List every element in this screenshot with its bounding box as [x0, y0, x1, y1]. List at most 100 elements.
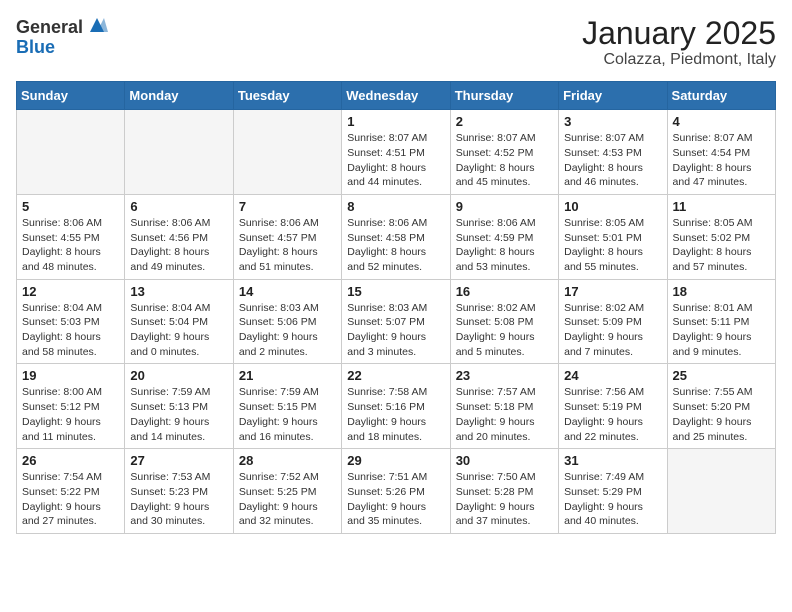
- day-number: 5: [22, 199, 119, 214]
- day-number: 25: [673, 368, 770, 383]
- day-number: 26: [22, 453, 119, 468]
- day-info: Sunrise: 8:07 AM Sunset: 4:54 PM Dayligh…: [673, 131, 770, 190]
- title-block: January 2025 Colazza, Piedmont, Italy: [582, 16, 776, 69]
- day-info: Sunrise: 8:06 AM Sunset: 4:55 PM Dayligh…: [22, 216, 119, 275]
- calendar-day-cell: [125, 110, 233, 195]
- calendar-day-cell: 24 Sunrise: 7:56 AM Sunset: 5:19 PM Dayli…: [559, 364, 667, 449]
- calendar-table: SundayMondayTuesdayWednesdayThursdayFrid…: [16, 81, 776, 534]
- day-info: Sunrise: 8:02 AM Sunset: 5:09 PM Dayligh…: [564, 301, 661, 360]
- day-number: 27: [130, 453, 227, 468]
- calendar-day-cell: 26Sunrise: 7:54 AM Sunset: 5:22 PM Dayli…: [17, 449, 125, 534]
- day-number: 23: [456, 368, 553, 383]
- day-info: Sunrise: 8:06 AM Sunset: 4:57 PM Dayligh…: [239, 216, 336, 275]
- day-number: 24: [564, 368, 661, 383]
- day-info: Sunrise: 7:52 AM Sunset: 5:25 PM Dayligh…: [239, 470, 336, 529]
- calendar-day-cell: 28 Sunrise: 7:52 AM Sunset: 5:25 PM Dayli…: [233, 449, 341, 534]
- logo: General Blue: [16, 16, 108, 58]
- logo-icon: [86, 14, 108, 36]
- calendar-day-cell: 18Sunrise: 8:01 AM Sunset: 5:11 PM Dayli…: [667, 279, 775, 364]
- day-info: Sunrise: 7:59 AM Sunset: 5:15 PM Dayligh…: [239, 385, 336, 444]
- day-number: 14: [239, 284, 336, 299]
- calendar-day-cell: 8 Sunrise: 8:06 AM Sunset: 4:58 PM Daylig…: [342, 194, 450, 279]
- calendar-day-cell: 29Sunrise: 7:51 AM Sunset: 5:26 PM Dayli…: [342, 449, 450, 534]
- logo-text-blue: Blue: [16, 37, 55, 57]
- calendar-day-cell: 3Sunrise: 8:07 AM Sunset: 4:53 PM Daylig…: [559, 110, 667, 195]
- calendar-day-cell: 30Sunrise: 7:50 AM Sunset: 5:28 PM Dayli…: [450, 449, 558, 534]
- calendar-day-cell: 20 Sunrise: 7:59 AM Sunset: 5:13 PM Dayli…: [125, 364, 233, 449]
- day-info: Sunrise: 7:55 AM Sunset: 5:20 PM Dayligh…: [673, 385, 770, 444]
- calendar-header-row: SundayMondayTuesdayWednesdayThursdayFrid…: [17, 82, 776, 110]
- day-info: Sunrise: 8:05 AM Sunset: 5:02 PM Dayligh…: [673, 216, 770, 275]
- day-number: 18: [673, 284, 770, 299]
- day-number: 20: [130, 368, 227, 383]
- day-number: 29: [347, 453, 444, 468]
- day-of-week-header: Saturday: [667, 82, 775, 110]
- day-number: 9: [456, 199, 553, 214]
- calendar-day-cell: 25 Sunrise: 7:55 AM Sunset: 5:20 PM Dayli…: [667, 364, 775, 449]
- calendar-day-cell: 21 Sunrise: 7:59 AM Sunset: 5:15 PM Dayli…: [233, 364, 341, 449]
- calendar-week-row: 12Sunrise: 8:04 AM Sunset: 5:03 PM Dayli…: [17, 279, 776, 364]
- page-header: General Blue January 2025 Colazza, Piedm…: [16, 16, 776, 69]
- day-of-week-header: Tuesday: [233, 82, 341, 110]
- calendar-day-cell: 10 Sunrise: 8:05 AM Sunset: 5:01 PM Dayli…: [559, 194, 667, 279]
- logo-text-general: General: [16, 18, 83, 36]
- day-number: 3: [564, 114, 661, 129]
- day-of-week-header: Thursday: [450, 82, 558, 110]
- day-number: 15: [347, 284, 444, 299]
- day-info: Sunrise: 8:04 AM Sunset: 5:04 PM Dayligh…: [130, 301, 227, 360]
- calendar-day-cell: 23 Sunrise: 7:57 AM Sunset: 5:18 PM Dayli…: [450, 364, 558, 449]
- calendar-day-cell: 16Sunrise: 8:02 AM Sunset: 5:08 PM Dayli…: [450, 279, 558, 364]
- calendar-day-cell: [17, 110, 125, 195]
- calendar-week-row: 5 Sunrise: 8:06 AM Sunset: 4:55 PM Daylig…: [17, 194, 776, 279]
- calendar-day-cell: 11Sunrise: 8:05 AM Sunset: 5:02 PM Dayli…: [667, 194, 775, 279]
- day-info: Sunrise: 8:05 AM Sunset: 5:01 PM Dayligh…: [564, 216, 661, 275]
- day-number: 31: [564, 453, 661, 468]
- calendar-day-cell: 9 Sunrise: 8:06 AM Sunset: 4:59 PM Daylig…: [450, 194, 558, 279]
- calendar-day-cell: 14 Sunrise: 8:03 AM Sunset: 5:06 PM Dayli…: [233, 279, 341, 364]
- calendar-day-cell: 4 Sunrise: 8:07 AM Sunset: 4:54 PM Daylig…: [667, 110, 775, 195]
- calendar-day-cell: 6 Sunrise: 8:06 AM Sunset: 4:56 PM Daylig…: [125, 194, 233, 279]
- calendar-subtitle: Colazza, Piedmont, Italy: [582, 51, 776, 69]
- day-of-week-header: Friday: [559, 82, 667, 110]
- calendar-day-cell: 15Sunrise: 8:03 AM Sunset: 5:07 PM Dayli…: [342, 279, 450, 364]
- calendar-day-cell: 22 Sunrise: 7:58 AM Sunset: 5:16 PM Dayli…: [342, 364, 450, 449]
- day-number: 6: [130, 199, 227, 214]
- day-of-week-header: Monday: [125, 82, 233, 110]
- calendar-day-cell: 17 Sunrise: 8:02 AM Sunset: 5:09 PM Dayli…: [559, 279, 667, 364]
- calendar-day-cell: 7 Sunrise: 8:06 AM Sunset: 4:57 PM Daylig…: [233, 194, 341, 279]
- day-number: 8: [347, 199, 444, 214]
- day-info: Sunrise: 8:06 AM Sunset: 4:58 PM Dayligh…: [347, 216, 444, 275]
- calendar-day-cell: 13Sunrise: 8:04 AM Sunset: 5:04 PM Dayli…: [125, 279, 233, 364]
- day-number: 30: [456, 453, 553, 468]
- calendar-day-cell: [667, 449, 775, 534]
- day-info: Sunrise: 7:49 AM Sunset: 5:29 PM Dayligh…: [564, 470, 661, 529]
- day-info: Sunrise: 8:06 AM Sunset: 4:56 PM Dayligh…: [130, 216, 227, 275]
- day-number: 12: [22, 284, 119, 299]
- day-info: Sunrise: 7:56 AM Sunset: 5:19 PM Dayligh…: [564, 385, 661, 444]
- day-number: 17: [564, 284, 661, 299]
- day-number: 1: [347, 114, 444, 129]
- day-info: Sunrise: 8:03 AM Sunset: 5:06 PM Dayligh…: [239, 301, 336, 360]
- day-number: 2: [456, 114, 553, 129]
- calendar-week-row: 1Sunrise: 8:07 AM Sunset: 4:51 PM Daylig…: [17, 110, 776, 195]
- day-number: 28: [239, 453, 336, 468]
- calendar-week-row: 19Sunrise: 8:00 AM Sunset: 5:12 PM Dayli…: [17, 364, 776, 449]
- calendar-day-cell: [233, 110, 341, 195]
- day-info: Sunrise: 7:59 AM Sunset: 5:13 PM Dayligh…: [130, 385, 227, 444]
- day-info: Sunrise: 7:53 AM Sunset: 5:23 PM Dayligh…: [130, 470, 227, 529]
- day-number: 19: [22, 368, 119, 383]
- day-number: 10: [564, 199, 661, 214]
- day-number: 7: [239, 199, 336, 214]
- day-number: 4: [673, 114, 770, 129]
- day-info: Sunrise: 7:58 AM Sunset: 5:16 PM Dayligh…: [347, 385, 444, 444]
- calendar-day-cell: 2 Sunrise: 8:07 AM Sunset: 4:52 PM Daylig…: [450, 110, 558, 195]
- day-of-week-header: Wednesday: [342, 82, 450, 110]
- calendar-day-cell: 12Sunrise: 8:04 AM Sunset: 5:03 PM Dayli…: [17, 279, 125, 364]
- day-info: Sunrise: 7:57 AM Sunset: 5:18 PM Dayligh…: [456, 385, 553, 444]
- day-number: 21: [239, 368, 336, 383]
- day-info: Sunrise: 8:07 AM Sunset: 4:52 PM Dayligh…: [456, 131, 553, 190]
- calendar-day-cell: 1Sunrise: 8:07 AM Sunset: 4:51 PM Daylig…: [342, 110, 450, 195]
- day-number: 22: [347, 368, 444, 383]
- day-of-week-header: Sunday: [17, 82, 125, 110]
- day-info: Sunrise: 8:06 AM Sunset: 4:59 PM Dayligh…: [456, 216, 553, 275]
